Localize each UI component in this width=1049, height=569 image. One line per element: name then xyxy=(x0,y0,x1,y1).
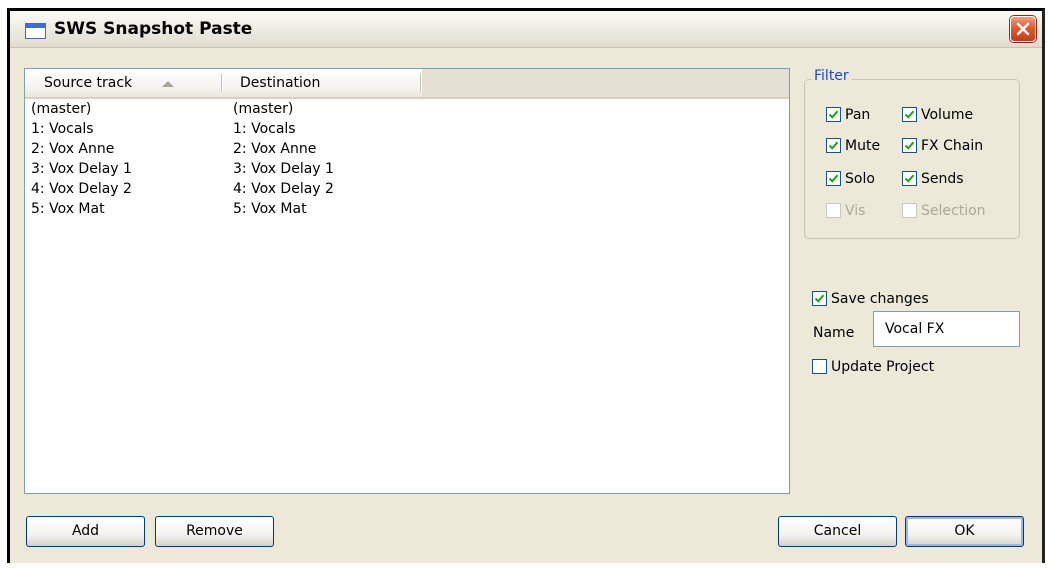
checkbox-box xyxy=(902,203,917,218)
checkbox-box xyxy=(812,359,827,374)
close-button[interactable] xyxy=(1010,16,1036,42)
checkbox-label: FX Chain xyxy=(921,138,984,154)
track-list[interactable]: Source track Destination (master) (maste… xyxy=(24,68,790,494)
list-item[interactable]: 5: Vox Mat 5: Vox Mat xyxy=(25,199,789,219)
checkbox-label: Vis xyxy=(845,203,866,219)
filter-group-title: Filter xyxy=(811,68,852,84)
checkbox-label: Volume xyxy=(921,107,974,123)
window-icon xyxy=(25,23,46,39)
checkbox-box xyxy=(826,203,841,218)
checkbox-box xyxy=(826,107,841,122)
checkmark-icon xyxy=(904,110,915,119)
list-item[interactable]: (master) (master) xyxy=(25,99,789,119)
source-track-cell: 2: Vox Anne xyxy=(31,141,115,157)
checkbox-label: Pan xyxy=(845,107,871,123)
list-item[interactable]: 3: Vox Delay 1 3: Vox Delay 1 xyxy=(25,159,789,179)
checkbox-box xyxy=(902,171,917,186)
list-header: Source track Destination xyxy=(25,69,789,99)
list-item[interactable]: 4: Vox Delay 2 4: Vox Delay 2 xyxy=(25,179,789,199)
destination-cell: 1: Vocals xyxy=(233,121,296,137)
checkmark-icon xyxy=(814,294,825,303)
destination-cell: 3: Vox Delay 1 xyxy=(233,161,334,177)
checkbox-label: Solo xyxy=(845,171,875,187)
source-track-cell: (master) xyxy=(31,101,92,117)
name-input[interactable] xyxy=(873,311,1020,347)
header-filler xyxy=(422,69,789,97)
column-header-label: Source track xyxy=(44,75,133,91)
checkmark-icon xyxy=(904,141,915,150)
checkbox-label: Mute xyxy=(845,138,881,154)
title-bar[interactable]: SWS Snapshot Paste xyxy=(10,11,1042,48)
column-header-label: Destination xyxy=(240,75,321,91)
destination-cell: 5: Vox Mat xyxy=(233,201,307,217)
checkmark-icon xyxy=(828,110,839,119)
remove-button[interactable]: Remove xyxy=(155,516,274,547)
ok-button[interactable]: OK xyxy=(905,516,1024,547)
sort-ascending-icon xyxy=(162,81,174,87)
source-track-cell: 3: Vox Delay 1 xyxy=(31,161,132,177)
destination-cell: 4: Vox Delay 2 xyxy=(233,181,334,197)
checkbox-box xyxy=(826,138,841,153)
name-field-label: Name xyxy=(813,325,855,341)
source-track-cell: 5: Vox Mat xyxy=(31,201,105,217)
list-item[interactable]: 2: Vox Anne 2: Vox Anne xyxy=(25,139,789,159)
destination-cell: 2: Vox Anne xyxy=(233,141,317,157)
list-item[interactable]: 1: Vocals 1: Vocals xyxy=(25,119,789,139)
checkmark-icon xyxy=(828,174,839,183)
checkbox-box xyxy=(902,107,917,122)
checkbox-label: Save changes xyxy=(831,291,929,307)
checkmark-icon xyxy=(828,141,839,150)
source-track-cell: 4: Vox Delay 2 xyxy=(31,181,132,197)
add-button[interactable]: Add xyxy=(26,516,145,547)
checkbox-label: Selection xyxy=(921,203,986,219)
checkbox-box xyxy=(902,138,917,153)
checkbox-label: Update Project xyxy=(831,359,935,375)
source-track-cell: 1: Vocals xyxy=(31,121,94,137)
checkbox-box xyxy=(826,171,841,186)
column-divider[interactable] xyxy=(420,74,422,92)
column-header-destination[interactable]: Destination xyxy=(222,69,422,97)
column-header-source-track[interactable]: Source track xyxy=(25,69,222,97)
list-rows: (master) (master) 1: Vocals 1: Vocals 2:… xyxy=(25,99,789,219)
checkbox-box xyxy=(812,291,827,306)
cancel-button[interactable]: Cancel xyxy=(778,516,897,547)
destination-cell: (master) xyxy=(233,101,294,117)
checkmark-icon xyxy=(904,174,915,183)
checkbox-label: Sends xyxy=(921,171,964,187)
window-title: SWS Snapshot Paste xyxy=(54,19,253,39)
close-icon xyxy=(1016,22,1030,36)
